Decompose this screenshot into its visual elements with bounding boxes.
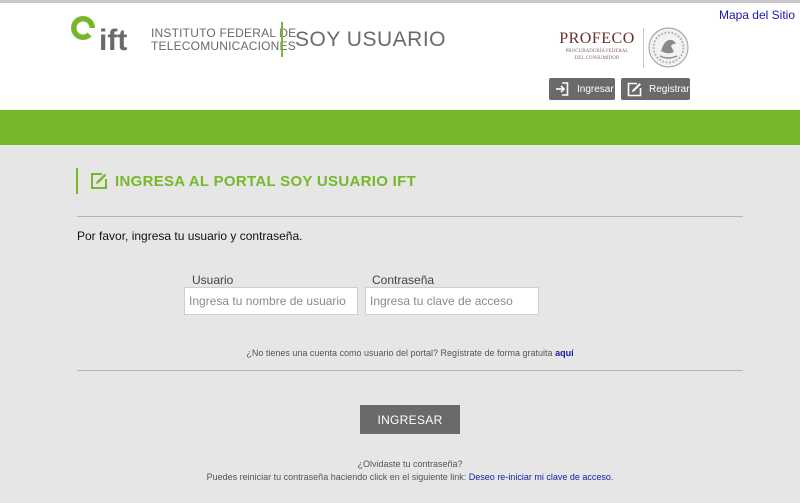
reset-password-text: Puedes reiniciar tu contraseña haciendo …: [206, 472, 467, 482]
registrar-label: Registrar: [649, 83, 690, 95]
login-icon: [553, 80, 571, 98]
header-divider: [281, 22, 283, 57]
svg-text:ift: ift: [99, 24, 127, 54]
instruction-text: Por favor, ingresa tu usuario y contrase…: [77, 229, 303, 243]
reset-password-note: Puedes reiniciar tu contraseña haciendo …: [0, 472, 800, 482]
password-input[interactable]: [365, 287, 539, 315]
ift-institution-name: INSTITUTO FEDERAL DE TELECOMUNICACIONES: [151, 27, 296, 53]
edit-icon: [90, 172, 108, 190]
section-heading: INGRESA AL PORTAL SOY USUARIO IFT: [76, 168, 416, 194]
ingresar-label: Ingresar: [577, 83, 614, 95]
mexico-seal-icon: [648, 27, 689, 68]
green-banner: [0, 110, 800, 145]
username-label: Usuario: [192, 273, 234, 287]
profeco-sub-line1: PROCURADURÍA FEDERAL: [565, 49, 629, 54]
ift-logo-icon[interactable]: ift: [68, 14, 148, 57]
sitemap-link[interactable]: Mapa del Sitio: [719, 8, 795, 22]
profeco-sub-line2: DEL CONSUMIDOR: [574, 56, 620, 61]
profeco-divider: [643, 28, 644, 68]
registrar-button[interactable]: Registrar: [621, 78, 690, 100]
edit-icon: [625, 80, 643, 98]
profeco-name: PROFECO: [559, 30, 635, 47]
no-account-text: ¿No tienes una cuenta como usuario del p…: [246, 348, 553, 358]
register-here-link[interactable]: aquí: [555, 348, 574, 358]
divider-bottom: [77, 370, 743, 371]
portal-title: SOY USUARIO: [295, 28, 446, 51]
login-button[interactable]: INGRESAR: [360, 405, 460, 434]
section-heading-text: INGRESA AL PORTAL SOY USUARIO IFT: [115, 172, 417, 190]
no-account-note: ¿No tienes una cuenta como usuario del p…: [0, 348, 800, 358]
profeco-logo[interactable]: PROFECO PROCURADURÍA FEDERAL DEL CONSUMI…: [554, 30, 640, 62]
divider-top: [77, 216, 743, 217]
forgot-password-text: ¿Olvidaste tu contraseña?: [357, 459, 463, 469]
ift-name-line2: TELECOMUNICACIONES: [151, 39, 296, 53]
ingresar-button[interactable]: Ingresar: [549, 78, 615, 100]
username-input[interactable]: [184, 287, 358, 315]
reset-password-link[interactable]: Deseo re-iniciar mi clave de acceso.: [469, 472, 614, 482]
password-label: Contraseña: [372, 273, 435, 287]
